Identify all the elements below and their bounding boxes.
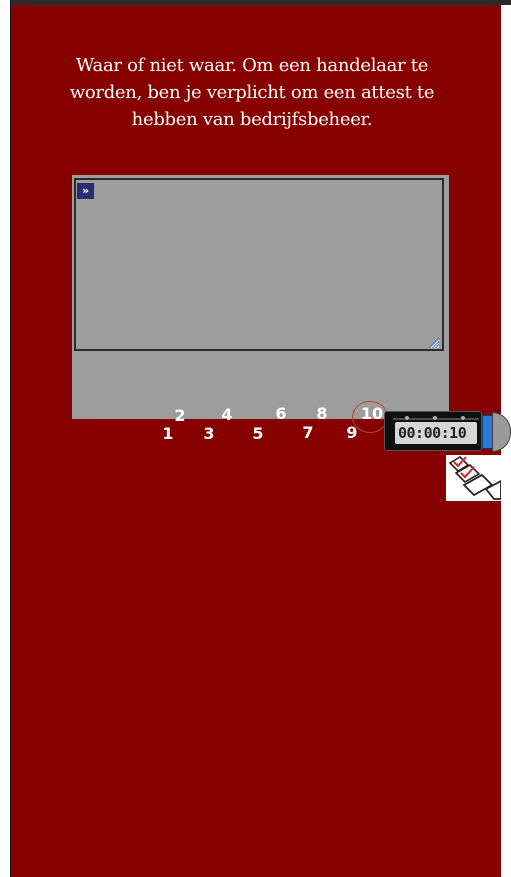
answer-text-area[interactable]	[74, 178, 444, 351]
question-number-5[interactable]: 5	[247, 425, 269, 443]
question-number-8[interactable]: 8	[311, 405, 333, 423]
question-number-4[interactable]: 4	[216, 406, 238, 424]
quiz-timer: 00:00:10	[384, 409, 511, 453]
checklist-icon[interactable]	[446, 455, 501, 501]
window-left-border	[0, 0, 11, 877]
timer-tick-marks	[393, 416, 479, 420]
resize-grip-icon[interactable]	[426, 335, 440, 349]
quiz-window: Waar of niet waar. Om een handelaar te w…	[0, 0, 511, 877]
timer-display: 00:00:10	[395, 422, 477, 444]
expand-icon[interactable]: »	[77, 183, 94, 199]
question-number-7[interactable]: 7	[297, 424, 319, 442]
question-number-1[interactable]: 1	[157, 425, 179, 443]
timer-body: 00:00:10	[384, 411, 482, 451]
question-number-10[interactable]: 10	[359, 405, 385, 423]
timer-knob[interactable]	[492, 412, 511, 452]
question-number-6[interactable]: 6	[270, 405, 292, 423]
question-line: worden, ben je verplicht om een attest t…	[69, 82, 435, 103]
question-number-2[interactable]: 2	[169, 407, 191, 425]
question-line: hebben van bedrijfsbeheer.	[131, 109, 373, 130]
question-number-3[interactable]: 3	[198, 425, 220, 443]
question-line: Waar of niet waar. Om een handelaar te	[75, 55, 429, 76]
question-text: Waar of niet waar. Om een handelaar te w…	[52, 52, 452, 133]
